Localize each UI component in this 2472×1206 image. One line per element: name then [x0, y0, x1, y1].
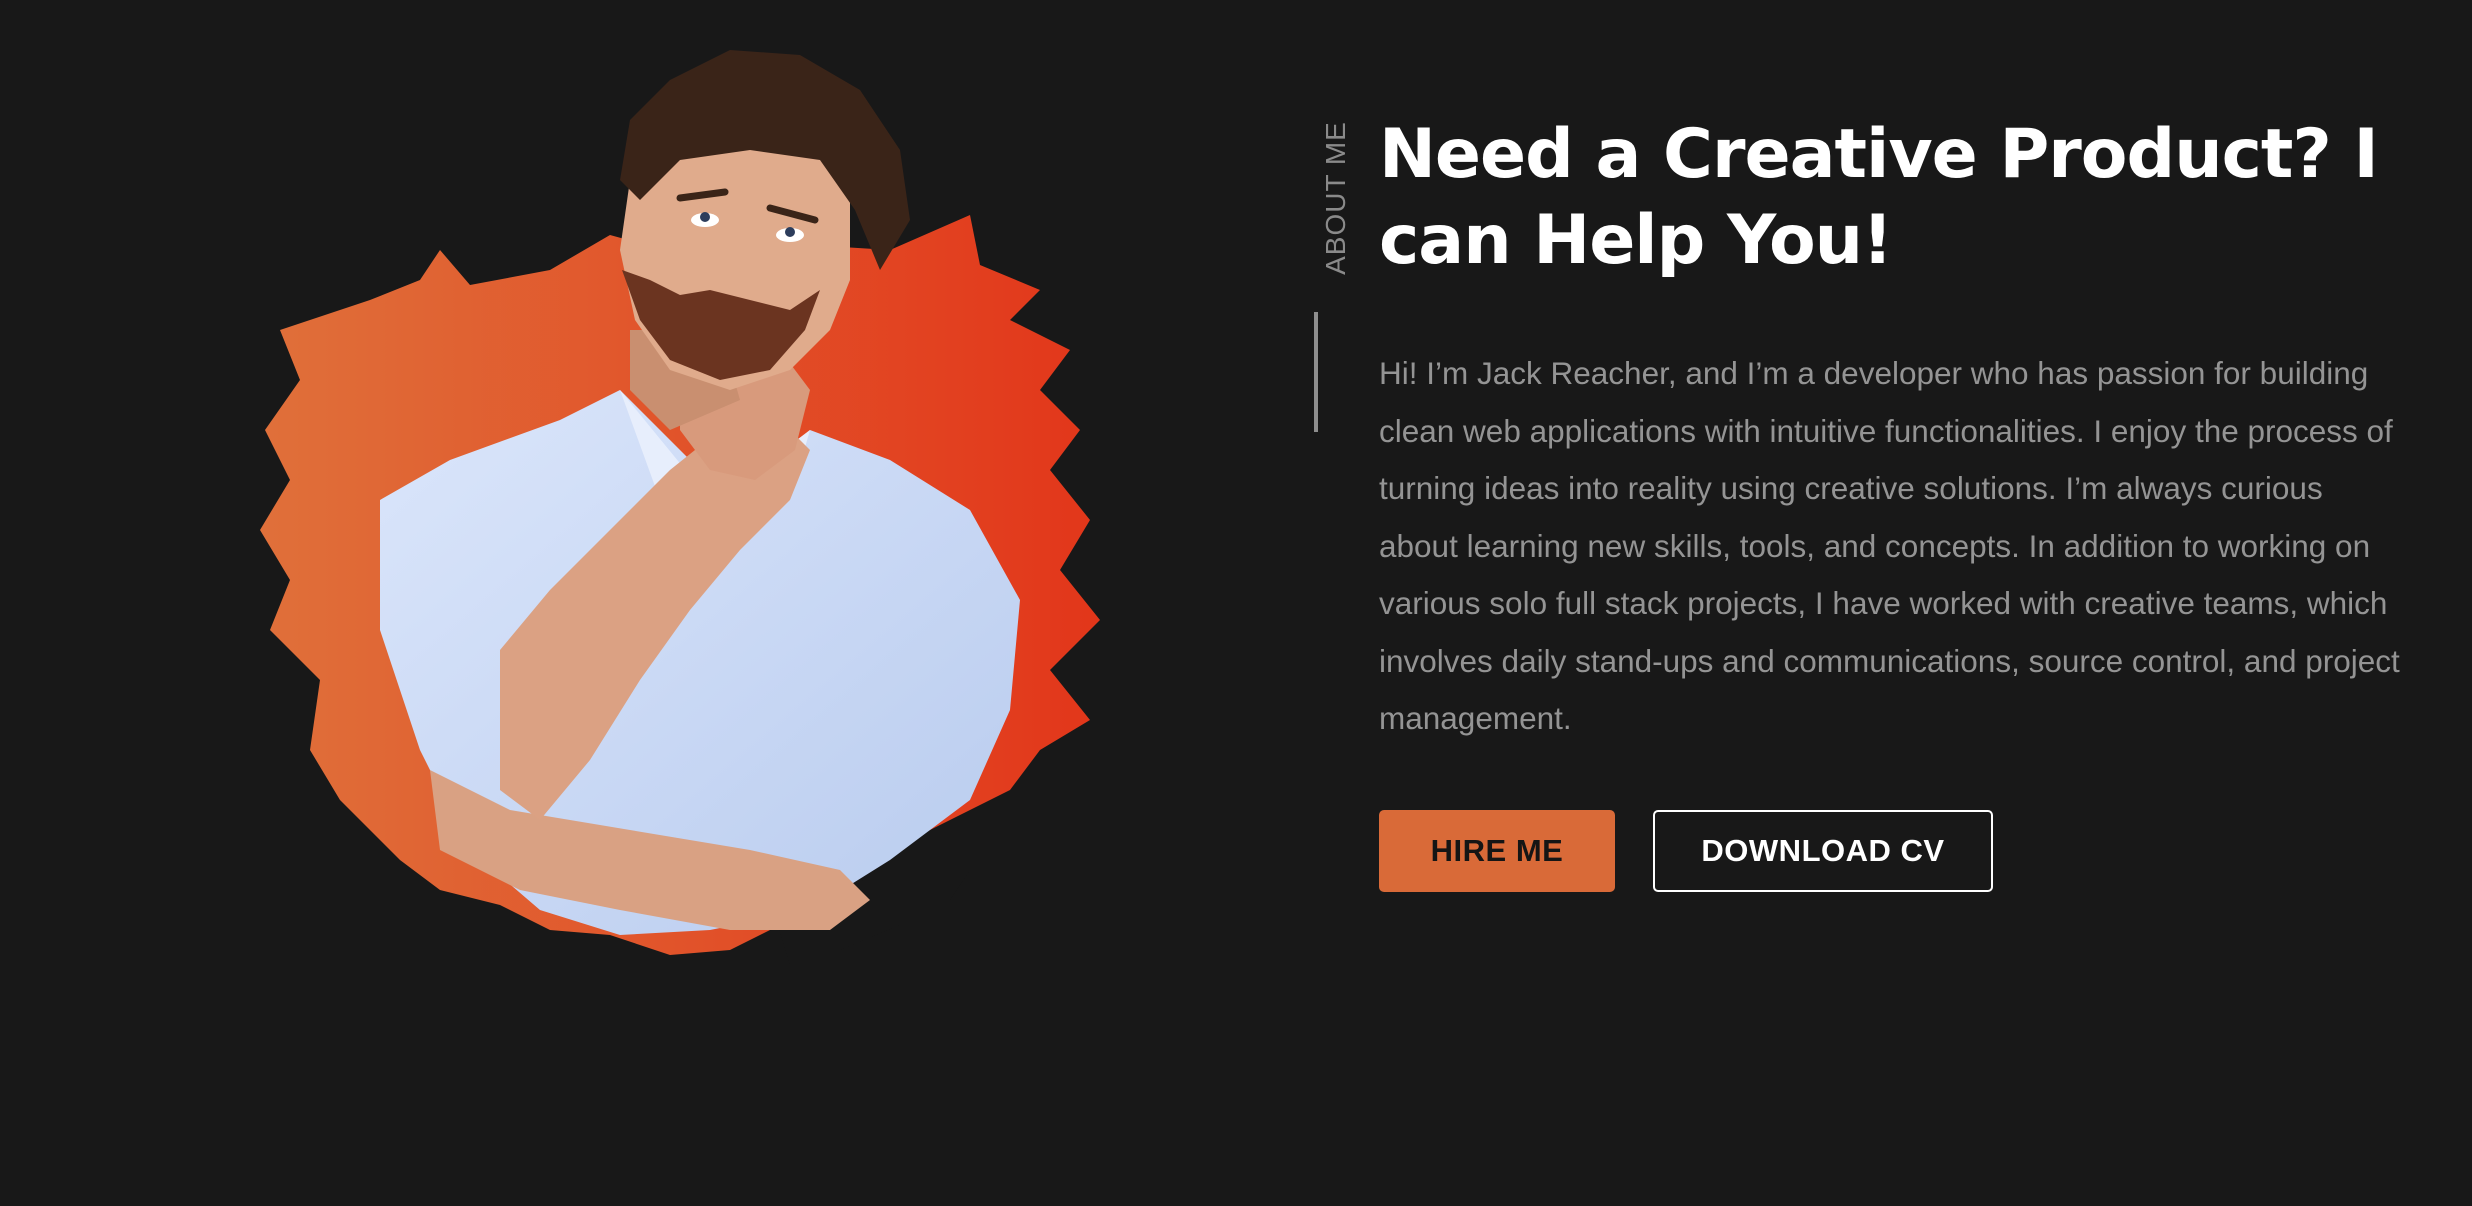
hero-portrait-image [250, 30, 1150, 980]
about-me-text: ABOUT ME [1320, 121, 1352, 275]
page-title: Need a Creative Product? I can Help You! [1379, 115, 2379, 280]
bio-paragraph: Hi! I’m Jack Reacher, and I’m a develope… [1379, 355, 2400, 736]
about-me-vertical-label: ABOUT ME [1318, 118, 1354, 278]
download-cv-button[interactable]: DOWNLOAD CV [1653, 810, 1993, 892]
vertical-divider-line [1314, 312, 1318, 432]
hire-me-button[interactable]: HIRE ME [1379, 810, 1615, 892]
